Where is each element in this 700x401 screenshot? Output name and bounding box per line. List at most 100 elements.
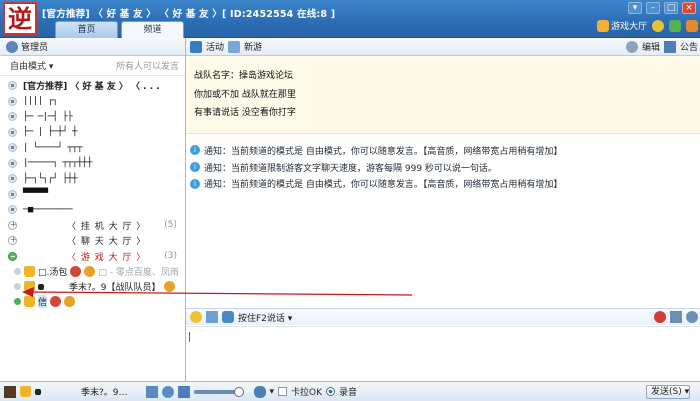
lock-icon — [8, 205, 17, 215]
channel-label: 〈 游 戏 大 厅 〉 — [67, 252, 147, 263]
nickname[interactable]: 季末?。9… — [81, 385, 128, 398]
maximize-button[interactable]: □ — [664, 2, 678, 14]
newgame-label[interactable]: 新游 — [244, 40, 262, 53]
shield-icon[interactable] — [686, 19, 698, 32]
image-icon[interactable] — [206, 311, 218, 323]
speaker-icon[interactable] — [177, 385, 190, 398]
system-message: i 通知：当前频道限制游客文字聊天速度，游客每隔 999 秒可以说一句话。 — [190, 159, 700, 176]
mode-label: 自由模式 — [10, 62, 47, 72]
microphone-icon[interactable] — [253, 385, 266, 398]
gold-icon[interactable] — [652, 19, 664, 32]
notice-line: 有事请说话 没空看你打字 — [194, 108, 296, 118]
tree-art-row[interactable]: ─■──────── — [0, 202, 185, 218]
avatar[interactable] — [4, 385, 16, 398]
history-icon[interactable] — [686, 311, 698, 323]
message-list: i 通知：当前频道的模式是 自由模式，你可以随意发言。【高音质，网络带宽占用稍有增… — [186, 134, 700, 192]
member-row[interactable]: 季末?。9【战队队员】 — [0, 279, 185, 294]
channel-chat-hall[interactable]: 〈 聊 天 大 厅 〉 — [0, 233, 185, 249]
header-right: 游戏大厅 — [596, 19, 698, 32]
send-label: 发送(S) — [651, 387, 682, 397]
tab-channel[interactable]: 频道 — [121, 21, 184, 39]
member-name: 季末?。9【战队队员】 — [69, 283, 161, 293]
tab-home[interactable]: 首页 — [55, 21, 118, 38]
avatar-icon — [38, 283, 44, 290]
lock-icon — [8, 158, 17, 168]
info-icon: i — [190, 162, 200, 173]
vip-icon — [24, 281, 35, 292]
newgame-icon[interactable] — [228, 40, 241, 53]
channel-count: (3) — [164, 251, 177, 262]
game-lobby-link[interactable]: 游戏大厅 — [596, 19, 647, 32]
collapse-icon[interactable] — [8, 251, 17, 261]
tree-art-row[interactable]: ├─ ─|─┤ ├├ — [0, 109, 185, 125]
lock-icon — [8, 96, 17, 106]
mode-dropdown[interactable]: 自由模式 ▾ — [10, 59, 53, 72]
medal-icon — [84, 266, 96, 277]
mode-bar: 自由模式 ▾ 所有人可以发言 — [0, 56, 185, 76]
channel-label: 〈 挂 机 大 厅 〉 — [67, 221, 147, 232]
mode-desc: 所有人可以发言 — [115, 62, 179, 72]
activity-icon[interactable] — [190, 40, 202, 53]
medal-icon — [163, 281, 175, 292]
status-icon — [35, 388, 41, 395]
notice-line: 你加或不加 战队就在那里 — [194, 89, 296, 100]
tree-icon[interactable] — [669, 19, 681, 32]
skin-button[interactable]: ▾ — [628, 2, 642, 14]
tree-art-row[interactable]: | └────┘ ┬┬┬ — [0, 140, 185, 156]
expand-icon[interactable] — [8, 220, 17, 230]
channel-count: (5) — [164, 220, 177, 231]
chat-panel: 活动 新游 编辑 公告 战队名字：操岛游戏论坛 你加或不加 战队就在那里 有事请… — [186, 38, 700, 381]
art-line: | └────┘ ┬┬┬ — [23, 142, 83, 153]
expand-icon[interactable] — [8, 235, 17, 246]
settings-icon[interactable] — [145, 385, 158, 398]
lock-icon — [8, 81, 17, 91]
volume-slider[interactable] — [193, 386, 244, 397]
edit-icon[interactable] — [625, 40, 638, 53]
member-row[interactable]: □.汤包 □ - 零点百度、凤雨 — [0, 264, 185, 279]
ptt-icon[interactable] — [222, 311, 234, 323]
message-text: 通知：当前频道的模式是 自由模式，你可以随意发言。【高音质，网络带宽占用稍有增加… — [204, 146, 563, 157]
announce-icon[interactable] — [663, 40, 676, 53]
tree-art-row[interactable]: ▀▀▀▀▀ — [0, 187, 185, 203]
record-radio[interactable] — [326, 387, 336, 396]
tree-art-row[interactable]: |─────┐ ┬┬┬┼┼┼ — [0, 156, 185, 172]
send-button[interactable]: 发送(S) ▾ — [646, 385, 690, 399]
vip-icon — [20, 386, 31, 397]
ptt-mode-dropdown[interactable]: 按住F2说话 ▾ — [238, 311, 292, 324]
edit-label[interactable]: 编辑 — [642, 40, 660, 53]
message-text: 通知：当前频道限制游客文字聊天速度，游客每隔 999 秒可以说一句话。 — [204, 163, 497, 174]
member-name: □.汤包 — [38, 268, 68, 278]
channel-notice: 战队名字：操岛游戏论坛 你加或不加 战队就在那里 有事请说话 没空看你打字 — [186, 56, 700, 134]
activity-label[interactable]: 活动 — [206, 40, 224, 53]
medal-icon — [64, 296, 76, 307]
gift-icon[interactable] — [670, 311, 682, 323]
admin-header[interactable]: 管理员 — [0, 38, 185, 56]
member-row-selected[interactable]: 信 — [0, 294, 185, 309]
channel-game-hall[interactable]: 〈 游 戏 大 厅 〉 (3) — [0, 249, 185, 265]
search-icon[interactable] — [161, 385, 174, 398]
game-lobby-label: 游戏大厅 — [610, 22, 647, 32]
announce-label[interactable]: 公告 — [680, 40, 698, 53]
volume-knob[interactable] — [233, 386, 244, 397]
channel-tree-panel: 管理员 自由模式 ▾ 所有人可以发言 [官方推荐] 〈 好 基 友 〉 〈 . … — [0, 38, 186, 381]
lock-icon — [8, 189, 17, 199]
art-line: ├─ ─|─┤ ├├ — [23, 111, 73, 122]
tree-art-row[interactable]: ├─┐└┐┌┘ ├┼┼ — [0, 171, 185, 187]
minimize-button[interactable]: – — [646, 2, 660, 14]
title-bar: 逆 [官方推荐] 〈 好 基 友 〉 〈 好 基 友 〉[ ID:2452554… — [0, 0, 700, 39]
channel-tree: [官方推荐] 〈 好 基 友 〉 〈 . . . |||| ┌┐ ├─ ─|─┤… — [0, 76, 185, 309]
channel-title: [官方推荐] 〈 好 基 友 〉 〈 好 基 友 〉[ ID:2452554 在… — [42, 9, 336, 20]
toolbar-right: 编辑 公告 — [625, 40, 698, 53]
tree-art-row[interactable]: ├─ | ├─┼┘ ┼ — [0, 125, 185, 141]
status-dot — [14, 268, 21, 275]
tree-root[interactable]: [官方推荐] 〈 好 基 友 〉 〈 . . . — [0, 78, 185, 94]
emoji-icon[interactable] — [190, 311, 202, 323]
close-button[interactable]: × — [682, 2, 696, 14]
admin-label: 管理员 — [21, 43, 49, 53]
channel-idle-hall[interactable]: 〈 挂 机 大 厅 〉 (5) — [0, 218, 185, 234]
mic-dropdown[interactable]: ▾ — [270, 387, 275, 397]
flower-icon[interactable] — [654, 311, 666, 323]
karaoke-checkbox[interactable] — [278, 387, 288, 396]
message-input[interactable] — [186, 326, 700, 381]
tree-art-row[interactable]: |||| ┌┐ — [0, 94, 185, 110]
